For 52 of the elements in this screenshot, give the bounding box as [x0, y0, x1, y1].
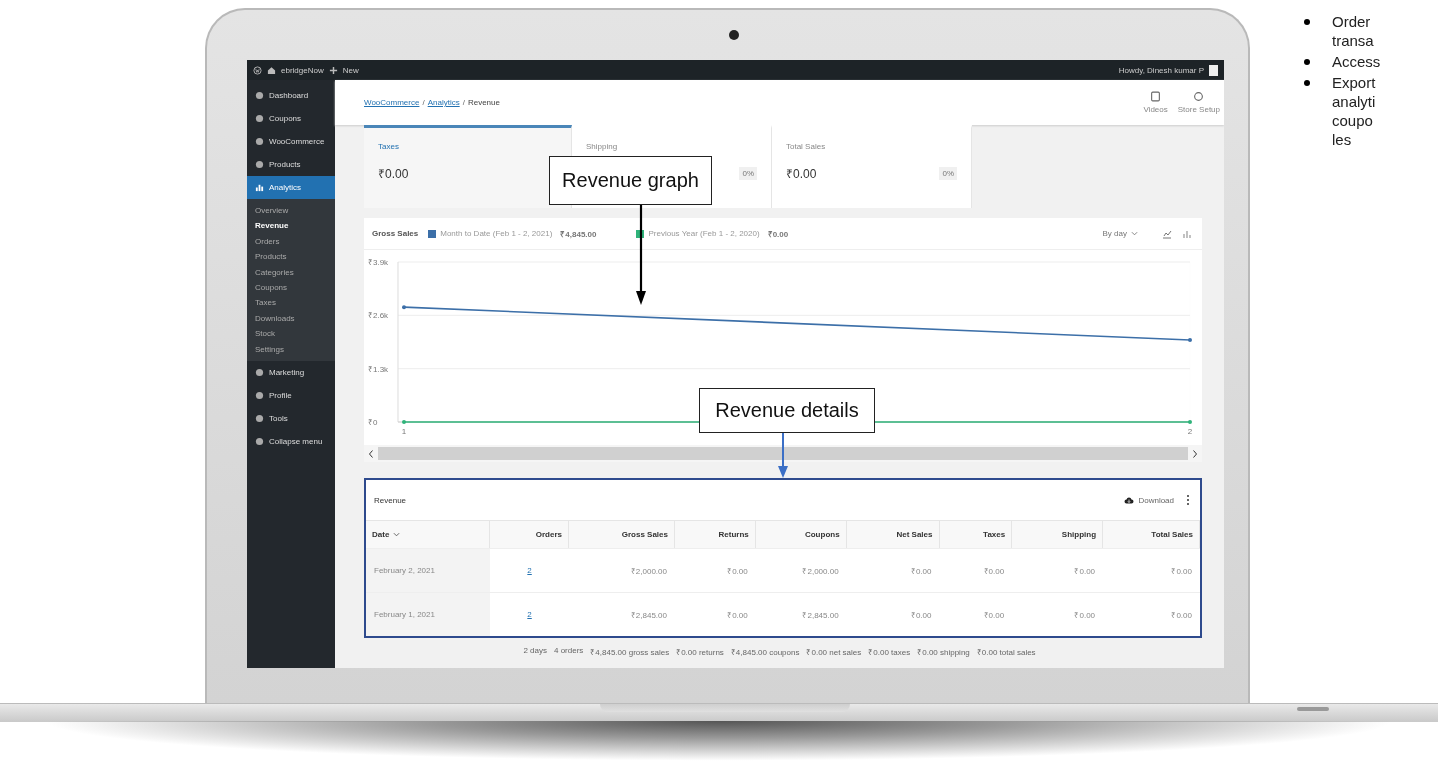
breadcrumb-separator: / — [462, 98, 465, 107]
bullet-text: Access — [1332, 52, 1381, 71]
summary-item: ₹0.00 net sales — [806, 647, 862, 657]
legend-value: ₹0.00 — [767, 229, 789, 240]
y-axis-label: ₹3.9k — [368, 258, 389, 268]
table-cell: February 2, 2021 — [366, 548, 491, 592]
table-cell: ₹0.00 — [1012, 592, 1104, 636]
table-cell: February 1, 2021 — [366, 592, 491, 636]
legend-label: Month to Date (Feb 1 - 2, 2021) — [440, 229, 553, 239]
summary-item: ₹0.00 taxes — [868, 647, 911, 657]
bullet-text: Export analyti coupo les — [1332, 73, 1376, 149]
table-title: Revenue — [374, 495, 407, 505]
stat-label: Total Sales — [786, 142, 827, 151]
table-cell: ₹2,000.00 — [755, 548, 847, 592]
table-cell: ₹2,000.00 — [568, 548, 675, 592]
summary-item: ₹4,845.00 gross sales — [590, 647, 670, 657]
x-axis-label: 2 — [1187, 427, 1193, 437]
table-cell: ₹2,845.00 — [755, 592, 847, 636]
bullet-text: Order transa — [1332, 12, 1374, 50]
delta-badge: 0% — [739, 166, 757, 180]
table-cell: ₹0.00 — [674, 592, 756, 636]
delta-badge: 0% — [939, 167, 957, 180]
y-axis-label: ₹2.6k — [368, 311, 389, 321]
table-cell: ₹0.00 — [939, 548, 1013, 592]
table-cell: ₹0.00 — [1103, 592, 1200, 636]
table-cell: ₹0.00 — [846, 592, 940, 636]
table-cell: ₹2,845.00 — [568, 592, 675, 636]
summary-item: ₹0.00 returns — [676, 647, 724, 657]
annotation-tooltip: Revenue details — [699, 388, 875, 433]
summary-item: ₹0.00 shipping — [917, 647, 970, 657]
stat-label: Shipping — [586, 142, 619, 151]
legend-label: Previous Year (Feb 1 - 2, 2020) — [648, 229, 760, 239]
stat-value: ₹0.00 — [378, 166, 410, 182]
table-cell: ₹0.00 — [1012, 548, 1104, 592]
table-cell: ₹0.00 — [846, 548, 940, 592]
annotation-tooltip: Revenue graph — [549, 156, 712, 205]
summary-item: ₹4,845.00 coupons — [730, 647, 800, 657]
stat-value: ₹0.00 — [786, 166, 818, 182]
summary-item: ₹0.00 total sales — [976, 647, 1036, 657]
y-axis-label: ₹1.3k — [368, 365, 389, 374]
summary-item: 4 orders — [553, 646, 584, 657]
legend-value: ₹4,845.00 — [560, 229, 597, 240]
table-cell: ₹0.00 — [674, 548, 756, 592]
breadcrumb-current: Revenue — [467, 98, 500, 107]
table-cell: ₹0.00 — [1103, 548, 1200, 592]
x-axis-label: 1 — [401, 427, 407, 437]
y-axis-label: ₹0 — [368, 418, 378, 428]
stat-label: Taxes — [378, 142, 400, 151]
chart-title: Gross Sales — [372, 229, 419, 239]
summary-item: 2 days — [523, 646, 547, 657]
table-cell: ₹0.00 — [939, 592, 1013, 636]
breadcrumb-separator: / — [422, 98, 425, 107]
